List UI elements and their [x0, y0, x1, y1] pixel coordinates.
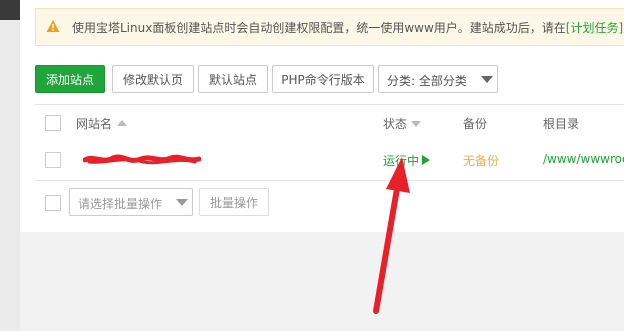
php-cli-version-button[interactable]: PHP命令行版本	[272, 65, 374, 93]
row-checkbox[interactable]	[45, 152, 61, 168]
backup-status-link[interactable]: 无备份	[463, 152, 499, 169]
left-edge-dark	[0, 0, 20, 20]
cron-task-link[interactable]: [计划任务]	[566, 21, 623, 35]
table-row: 运行中 无备份 /www/wwwroo	[35, 140, 624, 181]
header-root-dir: 根目录	[543, 117, 580, 131]
notice-text: 使用宝塔Linux面板创建站点时会自动创建权限配置，统一使用www用户。建站成功…	[72, 19, 624, 36]
table-header: 网站名 状态 备份 根目录	[35, 104, 624, 141]
notice-message: 使用宝塔Linux面板创建站点时会自动创建权限配置，统一使用www用户。建站成功…	[72, 21, 566, 35]
default-site-button[interactable]: 默认站点	[198, 65, 268, 93]
header-status[interactable]: 状态	[383, 115, 407, 132]
batch-select-placeholder: 请选择批量操作	[78, 197, 163, 211]
chevron-down-icon	[176, 199, 188, 206]
header-backup: 备份	[463, 117, 488, 131]
notice-banner: 使用宝塔Linux面板创建站点时会自动创建权限配置，统一使用www用户。建站成功…	[35, 8, 624, 46]
category-select-value: 分类: 全部分类	[387, 74, 467, 88]
play-icon[interactable]	[422, 155, 430, 165]
redacted-site-name-scribble	[83, 154, 201, 165]
modify-default-page-button[interactable]: 修改默认页	[112, 65, 194, 93]
select-all-checkbox[interactable]	[45, 115, 61, 131]
chevron-down-icon	[481, 76, 493, 83]
left-edge	[0, 0, 20, 331]
batch-operation-select[interactable]: 请选择批量操作	[69, 188, 193, 216]
annotation-arrow	[373, 157, 410, 314]
root-dir-link[interactable]: /www/wwwroo	[543, 152, 624, 166]
sort-desc-icon[interactable]	[411, 121, 421, 127]
batch-select-all-checkbox[interactable]	[45, 195, 61, 211]
sort-asc-icon[interactable]	[117, 120, 127, 126]
batch-apply-button[interactable]: 批量操作	[199, 188, 269, 216]
add-site-button[interactable]: 添加站点	[35, 65, 105, 93]
category-select[interactable]: 分类: 全部分类	[378, 65, 498, 93]
warning-icon	[46, 20, 60, 32]
header-site-name[interactable]: 网站名	[76, 115, 112, 132]
sites-panel: 使用宝塔Linux面板创建站点时会自动创建权限配置，统一使用www用户。建站成功…	[20, 0, 624, 232]
